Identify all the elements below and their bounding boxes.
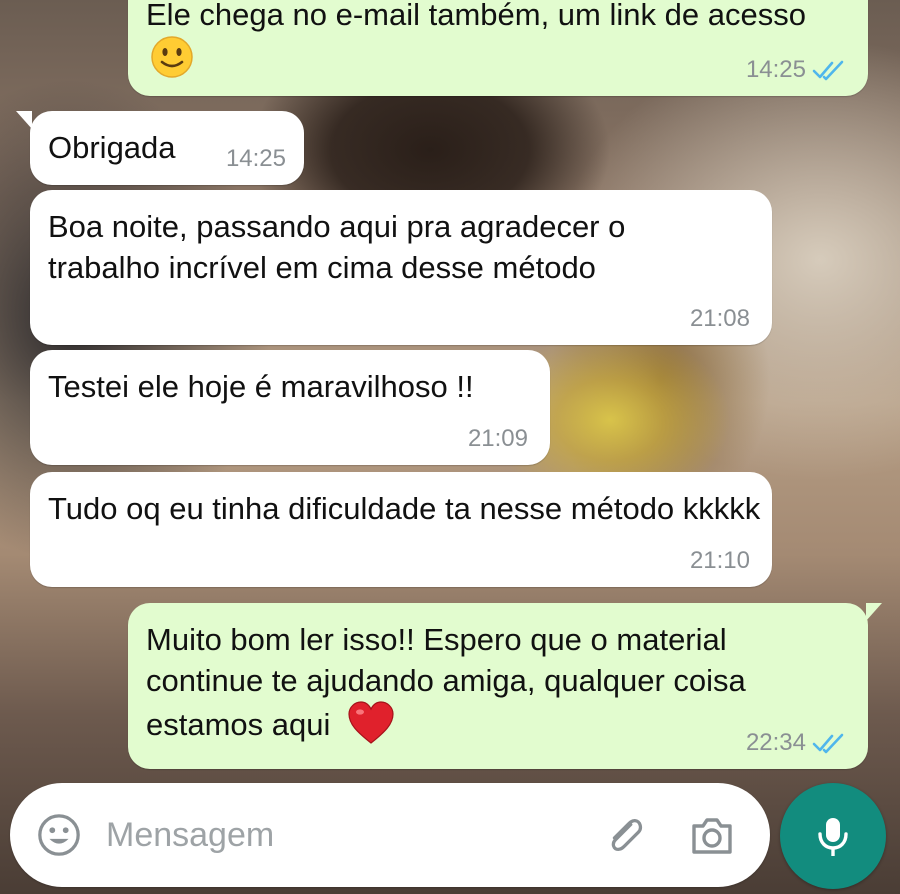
message-meta: 21:10 <box>690 547 750 575</box>
message-meta: 21:08 <box>690 305 750 333</box>
message-text: Boa noite, passando aqui pra agradecer o… <box>48 209 626 285</box>
paperclip-icon[interactable] <box>602 813 648 859</box>
message-meta: 14:25 <box>226 145 286 173</box>
message-time: 14:25 <box>225 145 286 172</box>
microphone-button[interactable] <box>780 783 886 889</box>
message-time: 14:25 <box>745 56 806 83</box>
message-time: 21:08 <box>689 305 750 332</box>
message-bubble-incoming[interactable]: Boa noite, passando aqui pra agradecer o… <box>30 190 772 345</box>
message-bubble-incoming[interactable]: Testei ele hoje é maravilhoso !! 21:09 <box>30 350 550 465</box>
message-text: Testei ele hoje é maravilhoso !! <box>48 369 474 404</box>
emoji-icon[interactable] <box>36 812 82 858</box>
message-bubble-incoming[interactable]: Obrigada 14:25 <box>16 111 304 185</box>
double-check-icon <box>812 60 844 81</box>
message-bubble-incoming[interactable]: Tudo oq eu tinha dificuldade ta nesse mé… <box>30 472 772 587</box>
message-text: Tudo oq eu tinha dificuldade ta nesse mé… <box>48 491 761 526</box>
message-text: Ele chega no e-mail também, um link de a… <box>146 0 850 79</box>
message-time: 21:10 <box>689 547 750 574</box>
red-heart-icon <box>348 701 394 744</box>
message-text: Muito bom ler isso!! Espero que o materi… <box>146 619 828 745</box>
message-meta: 22:34 <box>746 729 846 757</box>
message-meta: 14:25 <box>746 56 846 84</box>
message-input[interactable]: Mensagem <box>106 813 274 857</box>
message-time: 21:09 <box>467 425 528 452</box>
message-composer: Mensagem <box>10 783 770 887</box>
message-bubble-outgoing[interactable]: Ele chega no e-mail também, um link de a… <box>128 0 868 96</box>
message-time: 22:34 <box>745 729 806 756</box>
message-meta: 21:09 <box>468 425 528 453</box>
message-bubble-outgoing[interactable]: Muito bom ler isso!! Espero que o materi… <box>128 603 882 769</box>
slightly-smiling-face-icon <box>151 36 193 78</box>
microphone-icon <box>818 818 848 856</box>
double-check-icon <box>812 733 844 754</box>
camera-icon[interactable] <box>688 812 736 860</box>
